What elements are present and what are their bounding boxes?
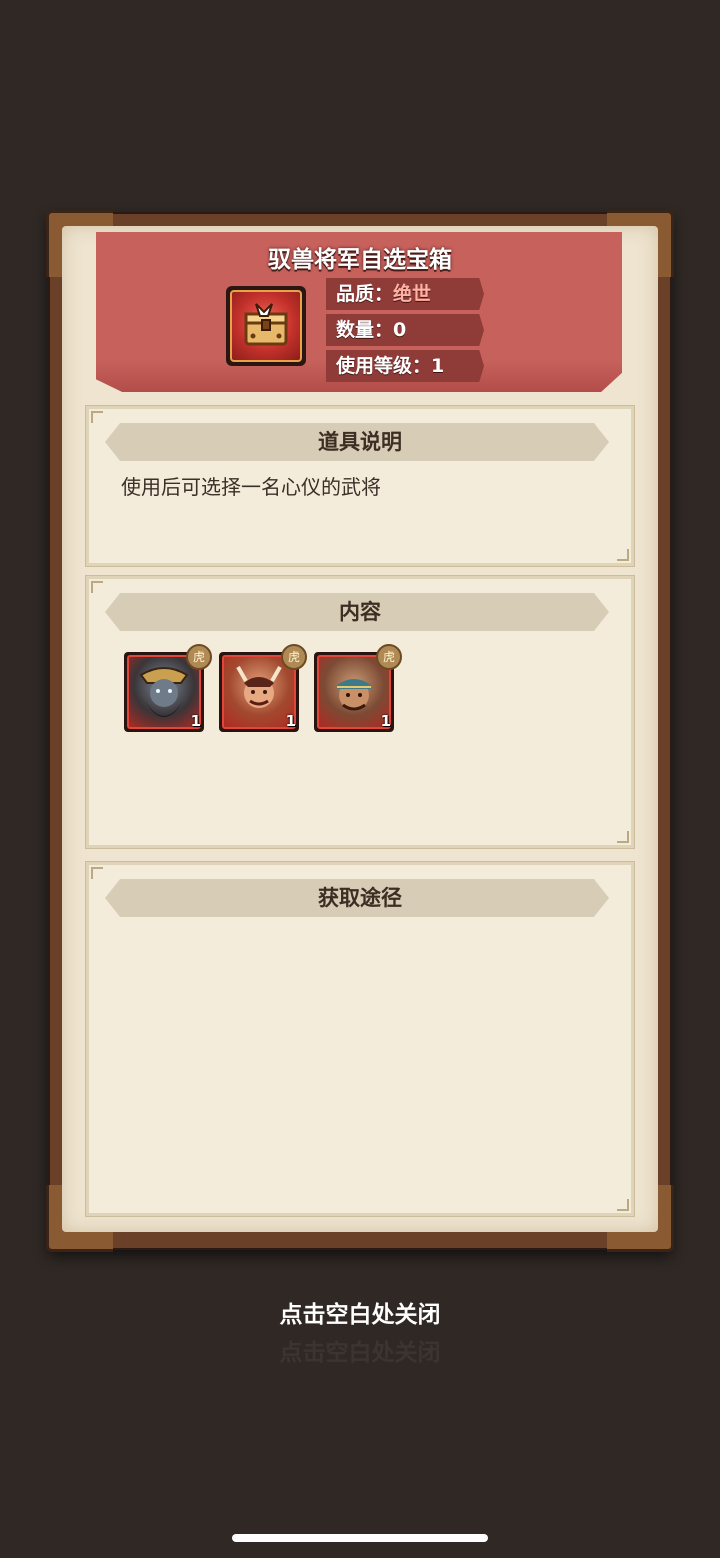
close-hint-reflection: 点击空白处关闭 [279,1340,441,1366]
description-title: 道具说明 [318,430,402,454]
bearded-general-icon [139,667,189,717]
hero-card-1[interactable]: 虎 1 [124,644,212,732]
description-section: 道具说明 使用后可选择一名心仪的武将 [85,405,635,567]
quantity-row: 数量：0 [326,314,484,346]
headband-general-icon [337,679,371,711]
tiger-badge-icon: 虎 [376,644,402,670]
quality-row: 品质：绝世 [326,278,484,310]
horned-general-icon [236,666,282,708]
quality-label: 品质： [336,283,394,305]
item-name: 驭兽将军自选宝箱 [268,247,452,273]
quality-value: 绝世 [393,283,432,305]
chest-icon [244,303,288,346]
hero-count: 1 [285,712,296,730]
use-level-row: 使用等级：1 [326,350,484,382]
hero-count: 1 [190,712,201,730]
close-hint[interactable]: 点击空白处关闭 [0,1295,720,1329]
sources-title: 获取途径 [318,886,402,910]
treasure-chest-icon [226,286,306,366]
description-text: 使用后可选择一名心仪的武将 [121,475,381,499]
hero-card-3[interactable]: 虎 1 [314,644,402,732]
contents-title: 内容 [339,600,381,624]
tiger-badge-icon: 虎 [281,644,307,670]
sources-section: 获取途径 [85,861,635,1217]
home-indicator[interactable] [232,1534,488,1542]
hero-card-2[interactable]: 虎 1 [219,644,307,732]
hero-count: 1 [380,712,391,730]
item-detail-screen[interactable]: 驭兽将军自选宝箱 品质：绝世 数量：0 使用等级：1 道具说明 使用后可选择一名… [0,0,720,1558]
tiger-badge-icon: 虎 [186,644,212,670]
item-icon-frame [230,290,302,362]
